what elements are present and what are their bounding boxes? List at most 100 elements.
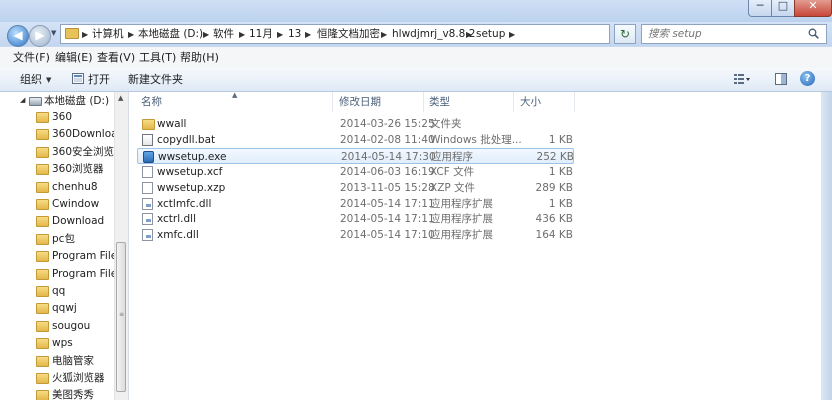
column-header-size[interactable]: 大小 [520, 92, 541, 112]
tree-item-folder[interactable]: 360安全浏览器 [0, 144, 125, 161]
menu-view[interactable]: 查看(V) [97, 50, 135, 66]
tree-item-folder[interactable]: qq [0, 283, 114, 300]
doc-file-icon [142, 181, 153, 194]
breadcrumb-item-computer[interactable]: 计算机 [92, 27, 124, 42]
organize-button[interactable]: 组织 ▼ [20, 72, 51, 88]
chevron-right-icon[interactable]: ▶ [277, 27, 283, 42]
organize-label: 组织 [20, 73, 42, 86]
nav-scrollbar[interactable]: ▲ ≡ [114, 92, 128, 400]
column-header-name[interactable]: 名称 [141, 92, 162, 112]
folder-icon [36, 303, 49, 315]
search-icon[interactable] [808, 28, 819, 39]
maximize-button[interactable]: □ [771, 0, 795, 17]
new-folder-button[interactable]: 新建文件夹 [128, 72, 183, 88]
breadcrumb-item-software[interactable]: 软件 [213, 27, 234, 42]
chevron-right-icon[interactable]: ▶ [82, 27, 88, 42]
preview-pane-icon[interactable] [775, 73, 787, 85]
file-row[interactable]: wwsetup.xzp 2013-11-05 15:28 XZP 文件 289 KB [137, 180, 574, 196]
column-header-type[interactable]: 类型 [429, 92, 450, 112]
folder-icon [36, 373, 49, 384]
tree-item-folder[interactable]: pc包 [0, 231, 114, 248]
tree-item-folder[interactable]: 360 [0, 109, 114, 126]
folder-icon [36, 199, 49, 210]
tree-item-folder[interactable]: 美图秀秀 [0, 387, 114, 400]
menu-help[interactable]: 帮助(H) [180, 50, 219, 66]
file-row[interactable]: wwall 2014-03-26 15:25 文件夹 [137, 116, 574, 132]
breadcrumb-item-setup[interactable]: setup [476, 27, 505, 42]
file-row[interactable]: wwsetup.exe 2014-05-14 17:30 应用程序 252 KB [137, 147, 574, 164]
chevron-right-icon[interactable]: ▶ [239, 27, 245, 42]
tree-item-label: qq [52, 285, 66, 297]
tree-item-folder[interactable]: 电脑管家 [0, 353, 114, 370]
minimize-button[interactable]: ─ [748, 0, 772, 17]
tree-item-folder[interactable]: sougou [0, 318, 114, 335]
column-divider[interactable] [513, 92, 514, 112]
tree-item-label: pc包 [52, 232, 75, 245]
tree-item-folder[interactable]: qqwj [0, 300, 114, 317]
menu-edit[interactable]: 编辑(E) [55, 50, 93, 66]
file-date: 2014-03-26 15:25 [340, 118, 435, 130]
tree-item-folder[interactable]: chenhu8 [0, 179, 114, 196]
file-row[interactable]: xctrl.dll 2014-05-14 17:11 应用程序扩展 436 KB [137, 211, 574, 227]
search-box[interactable] [641, 24, 827, 44]
breadcrumb[interactable]: ▶ 计算机 ▶ 本地磁盘 (D:) ▶ 软件 ▶ 11月 ▶ 13 ▶ 恒隆文档… [60, 24, 663, 44]
tree-item-folder[interactable]: Program Files [0, 248, 123, 265]
breadcrumb-item-version[interactable]: hlwdjmrj_v8.8.2 [392, 27, 475, 42]
column-header-date[interactable]: 修改日期 [339, 92, 381, 112]
breadcrumb-item-vendor[interactable]: 恒隆文档加密 [317, 27, 380, 42]
file-row[interactable]: wwsetup.xcf 2014-06-03 16:19 XCF 文件 1 KB [137, 164, 574, 180]
chevron-right-icon[interactable]: ▶ [509, 27, 515, 42]
chevron-right-icon[interactable]: ▶ [128, 27, 134, 42]
file-date: 2014-06-03 16:19 [340, 165, 435, 178]
folder-icon [36, 268, 49, 280]
file-type: XZP 文件 [430, 181, 476, 194]
close-button[interactable]: ✕ [794, 0, 832, 17]
dll-file-icon [142, 229, 153, 242]
chevron-right-icon[interactable]: ▶ [305, 27, 311, 42]
folder-icon [36, 112, 49, 123]
scroll-up-icon[interactable]: ▲ [118, 94, 123, 102]
help-icon[interactable]: ? [800, 71, 815, 86]
forward-button[interactable]: ▶ [29, 25, 51, 47]
column-divider[interactable] [423, 92, 424, 112]
tree-item-folder[interactable]: Download [0, 213, 114, 230]
breadcrumb-item-november[interactable]: 11月 [249, 27, 273, 42]
view-options-icon[interactable] [734, 73, 750, 85]
tree-item-folder[interactable]: Cwindow [0, 196, 114, 213]
history-dropdown-icon[interactable]: ▼ [51, 29, 59, 41]
chevron-right-icon[interactable]: ▶ [203, 27, 209, 42]
refresh-button[interactable]: ↻ [614, 24, 636, 44]
tree-item-folder[interactable]: wps [0, 335, 114, 352]
tree-item-folder[interactable]: 360Download [0, 126, 124, 143]
tree-item-label: sougou [52, 319, 91, 332]
nav-scroll-thumb[interactable]: ≡ [116, 242, 126, 392]
breadcrumb-item-13[interactable]: 13 [288, 27, 301, 42]
file-row[interactable]: copydll.bat 2014-02-08 11:40 Windows 批处理..… [137, 132, 574, 148]
menu-tools[interactable]: 工具(T) [139, 50, 176, 66]
expand-triangle-icon[interactable]: ◢ [20, 96, 25, 104]
file-row[interactable]: xmfc.dll 2014-05-14 17:10 应用程序扩展 164 KB [137, 227, 574, 243]
open-button[interactable]: 打开 [72, 72, 110, 88]
column-divider[interactable] [332, 92, 333, 112]
folder-icon [36, 216, 49, 228]
file-row[interactable]: xctlmfc.dll 2014-05-14 17:11 应用程序扩展 1 KB [137, 196, 574, 212]
forward-arrow-icon: ▶ [35, 28, 45, 42]
search-input[interactable] [648, 26, 798, 42]
chevron-right-icon[interactable]: ▶ [466, 27, 472, 42]
dll-file-icon [142, 197, 153, 210]
back-button[interactable]: ◀ [7, 25, 29, 47]
file-name: wwsetup.exe [158, 150, 227, 163]
dll-file-icon [142, 213, 153, 226]
tree-item-drive[interactable]: ◢ 本地磁盘 (D:) [0, 93, 114, 110]
menu-file[interactable]: 文件(F) [13, 50, 50, 66]
folder-icon [36, 251, 49, 263]
breadcrumb-item-drive[interactable]: 本地磁盘 (D:) [138, 27, 203, 42]
file-type: 文件夹 [430, 118, 462, 130]
tree-item-folder[interactable]: Program Files [0, 266, 123, 283]
chevron-right-icon[interactable]: ▶ [381, 27, 387, 42]
tree-item-folder[interactable]: 火狐浏览器 [0, 370, 114, 387]
column-divider[interactable] [574, 92, 575, 112]
file-name: wwsetup.xcf [157, 165, 223, 178]
tree-item-folder[interactable]: 360浏览器 [0, 161, 114, 178]
folder-icon [36, 164, 49, 176]
